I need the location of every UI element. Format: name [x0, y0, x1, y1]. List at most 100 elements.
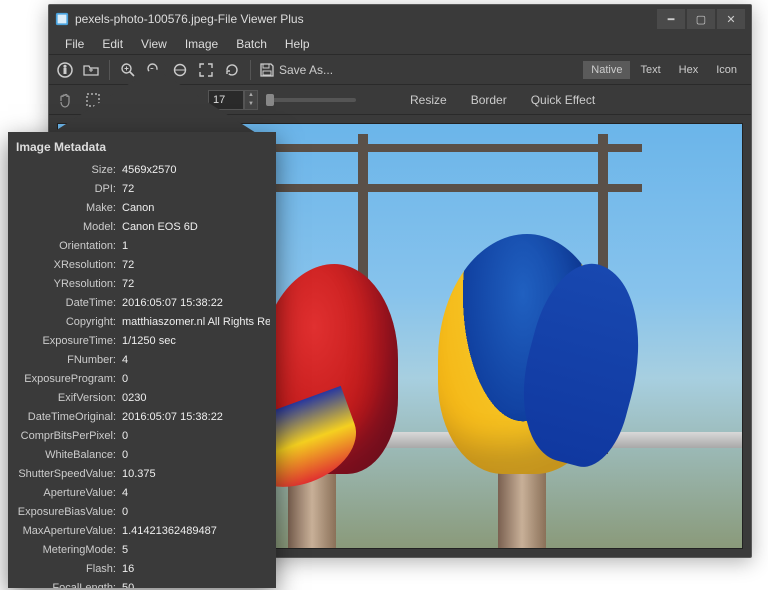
- metadata-key: FNumber:: [14, 354, 122, 366]
- metadata-key: Size:: [14, 164, 122, 176]
- metadata-value: 4569x2570: [122, 164, 270, 176]
- metadata-row: ExposureBiasValue:0: [14, 502, 270, 521]
- metadata-key: WhiteBalance:: [14, 449, 122, 461]
- metadata-value: 72: [122, 259, 270, 271]
- zoom-slider-thumb[interactable]: [266, 94, 274, 106]
- metadata-key: XResolution:: [14, 259, 122, 271]
- metadata-row: Copyright:matthiaszomer.nl All Rights Re…: [14, 312, 270, 331]
- menu-help[interactable]: Help: [277, 35, 318, 53]
- metadata-key: FocalLength:: [14, 582, 122, 589]
- view-tab-text[interactable]: Text: [632, 61, 668, 79]
- metadata-key: ExposureProgram:: [14, 373, 122, 385]
- view-tab-icon[interactable]: Icon: [708, 61, 745, 79]
- metadata-value: 0: [122, 449, 270, 461]
- metadata-value: 72: [122, 183, 270, 195]
- menubar: File Edit View Image Batch Help: [49, 33, 751, 55]
- metadata-key: MaxApertureValue:: [14, 525, 122, 537]
- metadata-key: YResolution:: [14, 278, 122, 290]
- metadata-value: 0: [122, 506, 270, 518]
- metadata-title: Image Metadata: [8, 132, 276, 160]
- minimize-button[interactable]: ━: [657, 9, 685, 29]
- metadata-value: matthiaszomer.nl All Rights Res: [122, 316, 270, 328]
- metadata-value: 2016:05:07 15:38:22: [122, 297, 270, 309]
- metadata-value: Canon EOS 6D: [122, 221, 270, 233]
- metadata-value: Canon: [122, 202, 270, 214]
- zoom-slider[interactable]: [266, 98, 356, 102]
- menu-file[interactable]: File: [57, 35, 92, 53]
- metadata-value: 10.375: [122, 468, 270, 480]
- metadata-row: ComprBitsPerPixel:0: [14, 426, 270, 445]
- metadata-value: 72: [122, 278, 270, 290]
- metadata-row: Make:Canon: [14, 198, 270, 217]
- metadata-rows: Size:4569x2570DPI:72Make:CanonModel:Cano…: [8, 160, 276, 588]
- metadata-key: Model:: [14, 221, 122, 233]
- metadata-key: ShutterSpeedValue:: [14, 468, 122, 480]
- metadata-key: ExposureBiasValue:: [14, 506, 122, 518]
- metadata-value: 1.41421362489487: [122, 525, 270, 537]
- metadata-key: DateTime:: [14, 297, 122, 309]
- menu-image[interactable]: Image: [177, 35, 226, 53]
- metadata-key: DPI:: [14, 183, 122, 195]
- metadata-row: XResolution:72: [14, 255, 270, 274]
- metadata-value: 1: [122, 240, 270, 252]
- view-tab-hex[interactable]: Hex: [671, 61, 707, 79]
- metadata-row: ExposureProgram:0: [14, 369, 270, 388]
- metadata-value: 4: [122, 354, 270, 366]
- metadata-row: Size:4569x2570: [14, 160, 270, 179]
- metadata-key: ApertureValue:: [14, 487, 122, 499]
- metadata-key: ExposureTime:: [14, 335, 122, 347]
- metadata-key: Make:: [14, 202, 122, 214]
- metadata-row: Orientation:1: [14, 236, 270, 255]
- metadata-key: ExifVersion:: [14, 392, 122, 404]
- metadata-key: MeteringMode:: [14, 544, 122, 556]
- window-title-app: File Viewer Plus: [218, 12, 304, 26]
- metadata-value: 2016:05:07 15:38:22: [122, 411, 270, 423]
- app-icon: [55, 12, 69, 26]
- border-button[interactable]: Border: [463, 90, 515, 110]
- image-content: [438, 234, 608, 474]
- metadata-row: DPI:72: [14, 179, 270, 198]
- metadata-value: 1/1250 sec: [122, 335, 270, 347]
- metadata-row: DateTimeOriginal:2016:05:07 15:38:22: [14, 407, 270, 426]
- window-title-filename: pexels-photo-100576.jpeg: [75, 12, 214, 26]
- metadata-key: Flash:: [14, 563, 122, 575]
- metadata-value: 50: [122, 582, 270, 589]
- menu-batch[interactable]: Batch: [228, 35, 275, 53]
- menu-edit[interactable]: Edit: [94, 35, 131, 53]
- metadata-row: Model:Canon EOS 6D: [14, 217, 270, 236]
- metadata-key: DateTimeOriginal:: [14, 411, 122, 423]
- metadata-row: WhiteBalance:0: [14, 445, 270, 464]
- metadata-key: Orientation:: [14, 240, 122, 252]
- metadata-row: ExifVersion:0230: [14, 388, 270, 407]
- metadata-row: Flash:16: [14, 559, 270, 578]
- metadata-row: FocalLength:50: [14, 578, 270, 588]
- metadata-row: ExposureTime:1/1250 sec: [14, 331, 270, 350]
- metadata-value: 16: [122, 563, 270, 575]
- metadata-panel: Image Metadata Size:4569x2570DPI:72Make:…: [8, 132, 276, 588]
- metadata-key: ComprBitsPerPixel:: [14, 430, 122, 442]
- metadata-value: 5: [122, 544, 270, 556]
- save-as-label: Save As...: [279, 63, 333, 77]
- metadata-row: ShutterSpeedValue:10.375: [14, 464, 270, 483]
- metadata-row: YResolution:72: [14, 274, 270, 293]
- metadata-row: MaxApertureValue:1.41421362489487: [14, 521, 270, 540]
- metadata-row: DateTime:2016:05:07 15:38:22: [14, 293, 270, 312]
- close-button[interactable]: ✕: [717, 9, 745, 29]
- maximize-button[interactable]: ▢: [687, 9, 715, 29]
- menu-view[interactable]: View: [133, 35, 175, 53]
- titlebar[interactable]: pexels-photo-100576.jpeg - File Viewer P…: [49, 5, 751, 33]
- metadata-row: ApertureValue:4: [14, 483, 270, 502]
- resize-button[interactable]: Resize: [402, 90, 455, 110]
- quick-effect-button[interactable]: Quick Effect: [523, 90, 603, 110]
- metadata-value: 4: [122, 487, 270, 499]
- view-tab-native[interactable]: Native: [583, 61, 630, 79]
- metadata-value: 0230: [122, 392, 270, 404]
- metadata-row: FNumber:4: [14, 350, 270, 369]
- save-as-button[interactable]: Save As...: [259, 62, 333, 78]
- metadata-key: Copyright:: [14, 316, 122, 328]
- view-mode-tabs: Native Text Hex Icon: [583, 61, 745, 79]
- metadata-value: 0: [122, 430, 270, 442]
- metadata-callout-arrow: [44, 68, 264, 138]
- metadata-row: MeteringMode:5: [14, 540, 270, 559]
- metadata-value: 0: [122, 373, 270, 385]
